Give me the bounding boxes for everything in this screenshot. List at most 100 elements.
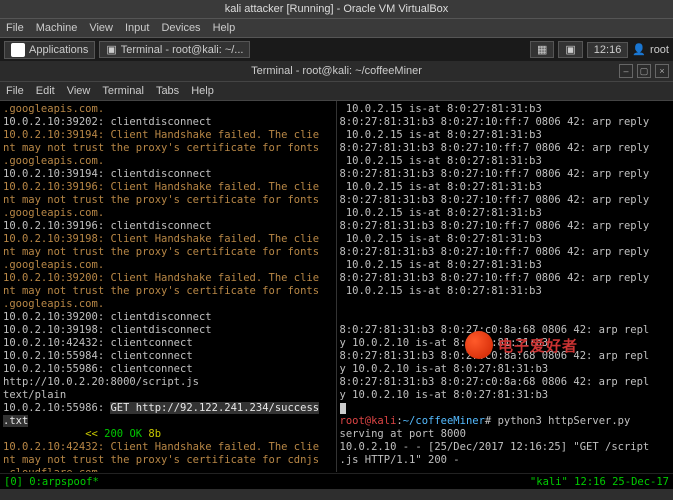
close-button[interactable]: ×: [655, 64, 669, 78]
log-line: 10.0.2.10:39196: Client Handshake failed…: [3, 181, 319, 193]
log-line: 8:0:27:81:31:b3 8:0:27:c0:8a:68 0806 42:…: [340, 376, 650, 388]
clock[interactable]: 12:16: [587, 42, 629, 58]
log-line: .googleapis.com.: [3, 155, 104, 167]
log-line: <<: [3, 428, 104, 440]
terminal-menu-bar: File Edit View Terminal Tabs Help: [0, 82, 673, 101]
vbox-title: kali attacker [Running] - Oracle VM Virt…: [225, 3, 449, 15]
log-line: 10.0.2.15 is-at 8:0:27:81:31:b3: [340, 285, 542, 297]
http-method: GET: [110, 402, 129, 414]
tray-icon-1[interactable]: ▦: [530, 41, 554, 58]
log-line: 8:0:27:81:31:b3 8:0:27:c0:8a:68 0806 42:…: [340, 324, 650, 336]
log-line: 10.0.2.10:42432: clientconnect: [3, 337, 193, 349]
right-pane[interactable]: 10.0.2.15 is-at 8:0:27:81:31:b3 8:0:27:8…: [337, 101, 673, 472]
log-line: 8:0:27:81:31:b3 8:0:27:10:ff:7 0806 42: …: [340, 220, 650, 232]
task-terminal[interactable]: ▣ Terminal - root@kali: ~/...: [99, 41, 250, 58]
log-line: nt may not trust the proxy's certificate…: [3, 285, 319, 297]
log-line: nt may not trust the proxy's certificate…: [3, 454, 319, 466]
terminal-title: Terminal - root@kali: ~/coffeeMiner: [251, 65, 422, 77]
term-menu-edit[interactable]: Edit: [36, 85, 55, 97]
log-line: .googleapis.com.: [3, 207, 104, 219]
log-line: .googleapis.com.: [3, 259, 104, 271]
user-icon[interactable]: 👤: [632, 43, 646, 56]
log-line: 10.0.2.10:39194: clientdisconnect: [3, 168, 212, 180]
term-menu-file[interactable]: File: [6, 85, 24, 97]
term-menu-tabs[interactable]: Tabs: [156, 85, 179, 97]
vbox-menu-help[interactable]: Help: [213, 22, 236, 34]
terminal-body: .googleapis.com. 10.0.2.10:39202: client…: [0, 101, 673, 489]
log-line: 8:0:27:81:31:b3 8:0:27:10:ff:7 0806 42: …: [340, 194, 650, 206]
vbox-menu-devices[interactable]: Devices: [161, 22, 200, 34]
vbox-menu-input[interactable]: Input: [125, 22, 149, 34]
log-line: 8:0:27:81:31:b3 8:0:27:10:ff:7 0806 42: …: [340, 272, 650, 284]
log-line: 8b: [142, 428, 161, 440]
tray-icon-2[interactable]: ▣: [558, 41, 582, 58]
log-line: 10.0.2.15 is-at 8:0:27:81:31:b3: [340, 103, 542, 115]
log-line: 10.0.2.15 is-at 8:0:27:81:31:b3: [340, 259, 542, 271]
log-line: 10.0.2.15 is-at 8:0:27:81:31:b3: [340, 233, 542, 245]
log-line: nt may not trust the proxy's certificate…: [3, 246, 319, 258]
log-line: .cloudflare.com.: [3, 467, 104, 472]
cursor: [340, 403, 346, 414]
tmux-status-right: "kali" 12:16 25-Dec-17: [530, 476, 669, 488]
log-line: nt may not trust the proxy's certificate…: [3, 142, 319, 154]
vbox-menu-view[interactable]: View: [89, 22, 113, 34]
terminal-icon: ▣: [106, 43, 116, 56]
minimize-button[interactable]: –: [619, 64, 633, 78]
prompt-cmd: python3 httpServer.py: [491, 415, 630, 427]
log-line: 10.0.2.15 is-at 8:0:27:81:31:b3: [340, 155, 542, 167]
log-line: .googleapis.com.: [3, 298, 104, 310]
user-label: root: [650, 44, 669, 56]
log-line: 10.0.2.10:39202: clientdisconnect: [3, 116, 212, 128]
log-line: 10.0.2.15 is-at 8:0:27:81:31:b3: [340, 129, 542, 141]
log-line: 8:0:27:81:31:b3 8:0:27:10:ff:7 0806 42: …: [340, 142, 650, 154]
term-menu-help[interactable]: Help: [191, 85, 214, 97]
log-line: 10.0.2.10:39200: clientdisconnect: [3, 311, 212, 323]
vbox-title-bar: kali attacker [Running] - Oracle VM Virt…: [0, 0, 673, 19]
kali-taskbar: Applications ▣ Terminal - root@kali: ~/..…: [0, 38, 673, 61]
log-line: y 10.0.2.10 is-at 8:0:27:81:31:b3: [340, 363, 549, 375]
log-line: .js HTTP/1.1" 200 -: [340, 454, 460, 466]
log-line: 10.0.2.10:42432: Client Handshake failed…: [3, 441, 319, 453]
log-line: 10.0.2.10:55986:: [3, 402, 110, 414]
log-line: 10.0.2.10:39198: Client Handshake failed…: [3, 233, 319, 245]
term-menu-terminal[interactable]: Terminal: [102, 85, 144, 97]
vbox-menu-machine[interactable]: Machine: [36, 22, 78, 34]
log-line: serving at port 8000: [340, 428, 466, 440]
prompt-path: ~/coffeeMiner: [403, 415, 485, 427]
maximize-button[interactable]: ▢: [637, 64, 651, 78]
log-line: 10.0.2.10:39200: Client Handshake failed…: [3, 272, 319, 284]
log-line: 10.0.2.10:39198: clientdisconnect: [3, 324, 212, 336]
apps-button[interactable]: Applications: [4, 41, 95, 59]
log-line: 8:0:27:81:31:b3 8:0:27:c0:8a:68 0806 42:…: [340, 350, 650, 362]
left-pane[interactable]: .googleapis.com. 10.0.2.10:39202: client…: [0, 101, 337, 472]
log-line: http://10.0.2.20:8000/script.js: [3, 376, 199, 388]
log-line: [340, 311, 346, 323]
log-line: text/plain: [3, 389, 66, 401]
log-line: 10.0.2.10 - - [25/Dec/2017 12:16:25] "GE…: [340, 441, 650, 453]
terminal-title-bar: Terminal - root@kali: ~/coffeeMiner – ▢ …: [0, 61, 673, 82]
apps-label: Applications: [29, 44, 88, 56]
log-line: 10.0.2.10:39194: Client Handshake failed…: [3, 129, 319, 141]
http-url: .txt: [3, 415, 28, 427]
log-line: nt may not trust the proxy's certificate…: [3, 194, 319, 206]
log-line: y 10.0.2.10 is-at 8:0:27:81:31:b3: [340, 337, 549, 349]
log-line: 10.0.2.10:39196: clientdisconnect: [3, 220, 212, 232]
vbox-menu-file[interactable]: File: [6, 22, 24, 34]
log-line: 10.0.2.10:55984: clientconnect: [3, 350, 193, 362]
log-line: 10.0.2.15 is-at 8:0:27:81:31:b3: [340, 181, 542, 193]
tmux-status-left: [0] 0:arpspoof*: [4, 476, 99, 488]
log-line: 8:0:27:81:31:b3 8:0:27:10:ff:7 0806 42: …: [340, 246, 650, 258]
http-status: 200 OK: [104, 428, 142, 440]
log-line: 8:0:27:81:31:b3 8:0:27:10:ff:7 0806 42: …: [340, 116, 650, 128]
vbox-menu-bar: File Machine View Input Devices Help: [0, 19, 673, 38]
log-line: .googleapis.com.: [3, 103, 104, 115]
log-line: 8:0:27:81:31:b3 8:0:27:10:ff:7 0806 42: …: [340, 168, 650, 180]
log-line: y 10.0.2.10 is-at 8:0:27:81:31:b3: [340, 389, 549, 401]
tmux-status-bar: [0] 0:arpspoof* "kali" 12:16 25-Dec-17: [0, 473, 673, 489]
log-line: 10.0.2.15 is-at 8:0:27:81:31:b3: [340, 207, 542, 219]
prompt-user: root@kali: [340, 415, 397, 427]
http-url: http://92.122.241.234/success: [129, 402, 319, 414]
log-line: 10.0.2.10:55986: clientconnect: [3, 363, 193, 375]
task-label: Terminal - root@kali: ~/...: [121, 44, 244, 56]
term-menu-view[interactable]: View: [67, 85, 91, 97]
